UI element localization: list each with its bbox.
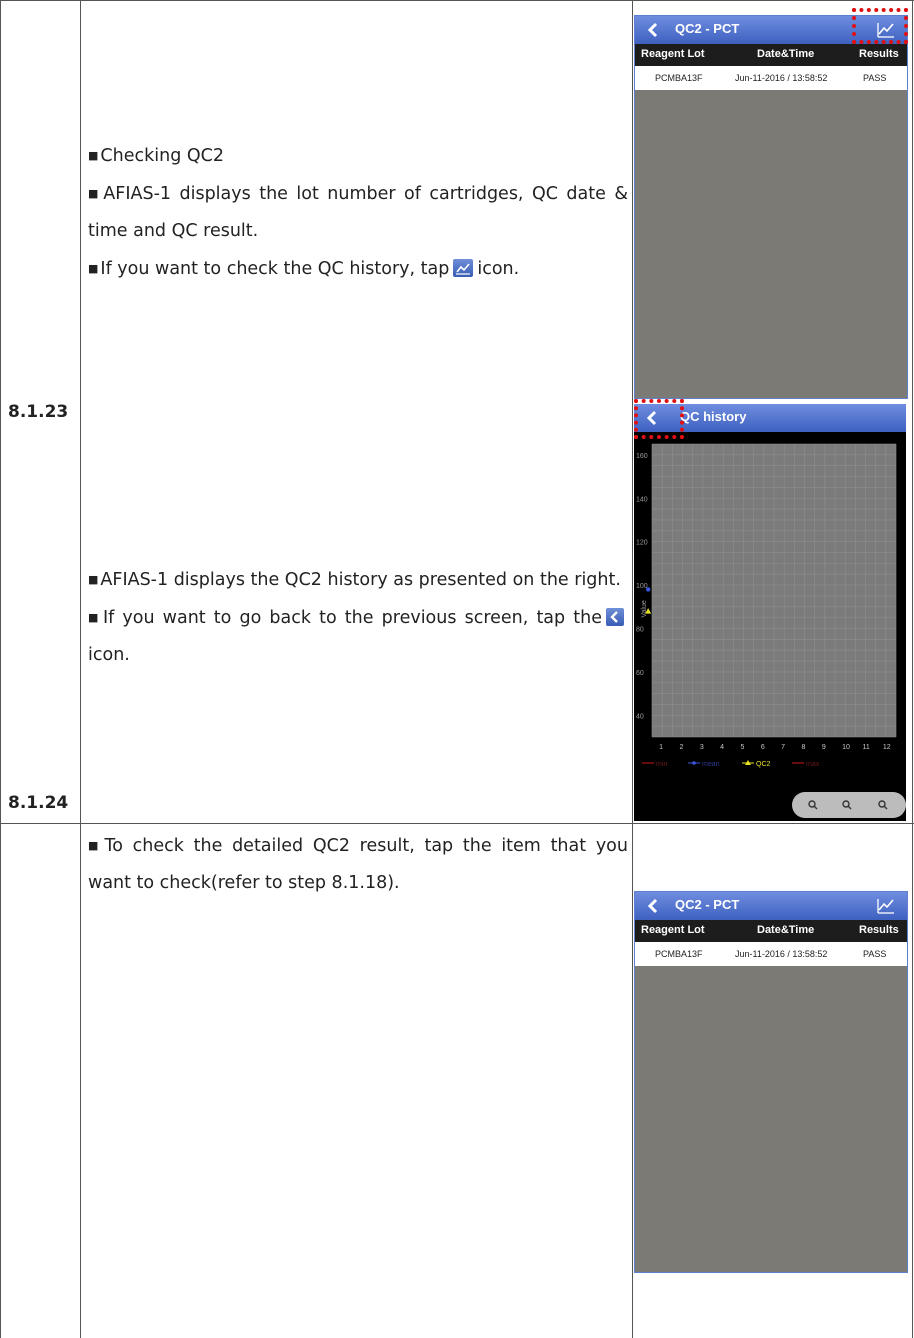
instruction-item: ■ Checking QC2 [88,146,224,166]
qc-history-screen: QC history 40 60 80 100 120 140 160 Value 1 2 3 4 5 6… [634,404,906,821]
column-datetime: Date&Time [757,924,815,936]
legend-label: max [806,761,820,768]
cell-datetime: Jun-11-2016 / 13:58:52 [735,73,828,83]
x-tick-label: 4 [720,744,724,751]
title-bar: QC2 - PCT [635,892,907,920]
y-tick-label: 80 [636,626,644,633]
x-tick-label: 12 [883,744,891,751]
x-tick-label: 11 [863,744,870,751]
instruction-item: ■ If you want to go back to the previous … [88,599,628,674]
y-tick-label: 40 [636,713,644,720]
table-border-right [912,0,913,1338]
legend-label: mean [702,761,720,768]
cell-lot: PCMBA13F [655,73,703,83]
x-tick-label: 5 [741,744,745,751]
instruction-item: ■ To check the detailed QC2 result, tap t… [88,836,628,893]
qc-history-chart: 406080100120140160Value1 2 3 4 5 6 7 8 9 10 11 12mi… [636,443,906,818]
instruction-item: ■ AFIAS-1 displays the QC2 history as pre… [88,570,621,590]
graph-icon[interactable] [875,895,897,917]
back-arrow-icon[interactable] [643,896,663,916]
back-arrow-icon[interactable] [643,20,663,40]
x-tick-label: 9 [822,744,826,751]
instruction-text: ■ To check the detailed QC2 result, tap t… [88,827,628,902]
legend-label: min [656,761,667,768]
highlight-box [634,399,684,439]
y-tick-label: 60 [636,670,644,677]
instruction-text: ■ Checking QC2 ■ AFIAS-1 displays the lot … [88,137,628,288]
y-axis-label: Value [641,600,648,617]
table-row[interactable]: PCMBA13F Jun-11-2016 / 13:58:52 PASS [635,66,907,90]
table-border-left [0,0,1,1338]
column-reagent-lot: Reagent Lot [641,924,705,936]
qc-list-screen: QC2 - PCT Reagent Lot Date&Time Results … [634,15,908,399]
legend-label: QC2 [756,761,771,768]
column-reagent-lot: Reagent Lot [641,48,705,60]
column-header: Reagent Lot Date&Time Results [635,44,907,66]
step-number: 8.1.24 [8,793,69,813]
graph-icon [453,259,474,277]
x-tick-label: 8 [802,744,806,751]
cell-result: PASS [863,73,887,83]
col-divider-2 [632,0,633,1338]
column-results: Results [859,924,899,936]
step-number: 8.1.23 [8,402,69,422]
data-point-mean [645,587,651,592]
column-header: Reagent Lot Date&Time Results [635,920,907,942]
x-tick-label: 7 [781,744,785,751]
instruction-text: ■ AFIAS-1 displays the QC2 history as pre… [88,561,628,674]
instruction-item: ■ AFIAS-1 displays the lot number of cart… [88,184,628,241]
y-tick-label: 160 [636,453,648,460]
y-tick-label: 120 [636,540,648,547]
instruction-item: ■ If you want to check the QC history, ta… [88,259,520,279]
col-divider-1 [80,0,81,1338]
x-tick-label: 10 [842,744,850,751]
cell-result: PASS [863,949,887,959]
legend-marker [692,761,696,765]
screen-title: QC2 - PCT [675,897,740,912]
y-tick-label: 140 [636,496,648,503]
back-arrow-icon [605,608,624,626]
row-divider [0,823,914,824]
column-results: Results [859,48,899,60]
screen-title: QC history [680,409,747,424]
x-tick-label: 1 [659,744,663,751]
table-border-top [0,0,914,1]
table-row[interactable]: PCMBA13F Jun-11-2016 / 13:58:52 PASS [635,942,907,966]
qc-list-screen: QC2 - PCT Reagent Lot Date&Time Results … [634,891,908,1273]
x-tick-label: 2 [680,744,684,751]
x-tick-label: 6 [761,744,765,751]
cell-datetime: Jun-11-2016 / 13:58:52 [735,949,828,959]
screen-title: QC2 - PCT [675,21,740,36]
column-datetime: Date&Time [757,48,815,60]
cell-lot: PCMBA13F [655,949,703,959]
x-tick-label: 3 [700,744,704,751]
highlight-box [852,8,908,44]
